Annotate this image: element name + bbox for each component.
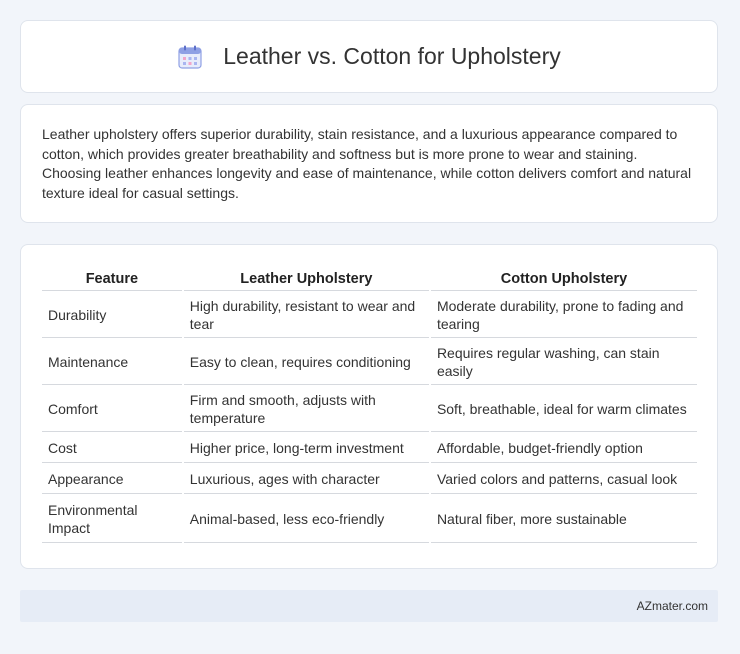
table-row: Appearance Luxurious, ages with characte… [42,465,697,494]
cotton-cell: Requires regular washing, can stain easi… [430,340,697,385]
column-header-cotton: Cotton Upholstery [430,267,697,291]
leather-cell: Animal-based, less eco-friendly [183,496,429,543]
table-row: Durability High durability, resistant to… [42,293,697,338]
page-title: Leather vs. Cotton for Upholstery [223,43,561,69]
leather-cell: Easy to clean, requires conditioning [183,340,429,385]
table-row: Comfort Firm and smooth, adjusts with te… [42,387,697,432]
table-row: Maintenance Easy to clean, requires cond… [42,340,697,385]
intro-paragraph: Leather upholstery offers superior durab… [42,126,692,201]
feature-cell: Cost [42,434,182,463]
title-card: Leather vs. Cotton for Upholstery [20,20,718,93]
feature-cell: Maintenance [42,340,182,385]
footer-brand: AZmater.com [636,599,708,613]
table-header-row: Feature Leather Upholstery Cotton Uphols… [42,267,697,291]
intro-card: Leather upholstery offers superior durab… [20,104,718,223]
footer-bar: AZmater.com [20,590,718,622]
comparison-table: Feature Leather Upholstery Cotton Uphols… [40,265,699,545]
title-wrap: Leather vs. Cotton for Upholstery [177,43,561,70]
cotton-cell: Varied colors and patterns, casual look [430,465,697,494]
feature-cell: Environmental Impact [42,496,182,543]
cotton-cell: Affordable, budget-friendly option [430,434,697,463]
calendar-icon [177,44,203,70]
feature-cell: Comfort [42,387,182,432]
feature-cell: Durability [42,293,182,338]
cotton-cell: Natural fiber, more sustainable [430,496,697,543]
leather-cell: Luxurious, ages with character [183,465,429,494]
leather-cell: High durability, resistant to wear and t… [183,293,429,338]
table-row: Environmental Impact Animal-based, less … [42,496,697,543]
comparison-card: Feature Leather Upholstery Cotton Uphols… [20,244,718,569]
leather-cell: Higher price, long-term investment [183,434,429,463]
column-header-feature: Feature [42,267,182,291]
leather-cell: Firm and smooth, adjusts with temperatur… [183,387,429,432]
table-row: Cost Higher price, long-term investment … [42,434,697,463]
cotton-cell: Soft, breathable, ideal for warm climate… [430,387,697,432]
feature-cell: Appearance [42,465,182,494]
column-header-leather: Leather Upholstery [183,267,429,291]
cotton-cell: Moderate durability, prone to fading and… [430,293,697,338]
